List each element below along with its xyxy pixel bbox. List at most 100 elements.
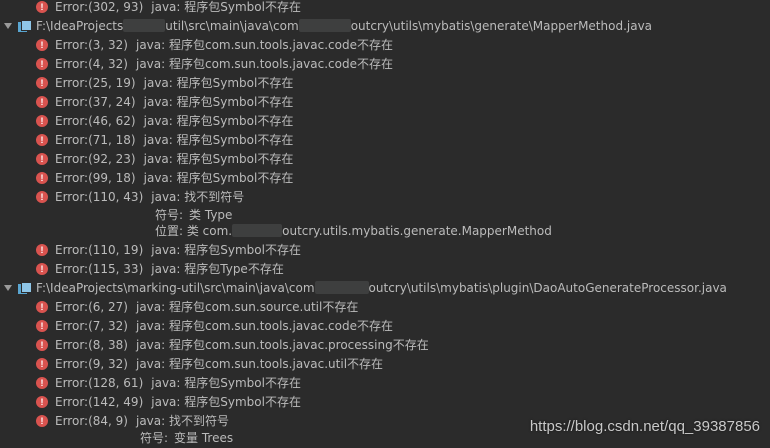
error-message: java: 找不到符号 — [151, 190, 245, 204]
error-item[interactable]: Error:(4, 32) java: 程序包com.sun.tools.java… — [36, 55, 393, 74]
error-item[interactable]: Error:(110, 19) java: 程序包Symbol不存在 — [36, 241, 301, 260]
error-item[interactable]: Error:(7, 32) java: 程序包com.sun.tools.java… — [36, 317, 393, 336]
file-path-part: F:\IdeaProjects\marking-util\src\main\ja… — [36, 281, 315, 295]
watermark: https://blog.csdn.net/qq_39387856 — [529, 418, 760, 435]
error-message: java: 程序包Symbol不存在 — [151, 0, 301, 14]
error-message: java: 程序包com.sun.tools.javac.code不存在 — [135, 319, 393, 333]
error-icon — [36, 320, 48, 332]
error-message: java: 程序包com.sun.tools.javac.code不存在 — [135, 57, 393, 71]
error-item[interactable]: Error:(9, 32) java: 程序包com.sun.tools.java… — [36, 355, 383, 374]
error-location: Error:(115, 33) — [55, 262, 144, 276]
error-icon — [36, 1, 48, 13]
error-icon — [36, 134, 48, 146]
error-message: java: 程序包com.sun.source.util不存在 — [135, 300, 359, 314]
detail-label: 符号: — [155, 208, 184, 222]
file-node-dao-auto-generate-processor[interactable]: F:\IdeaProjects\marking-util\src\main\ja… — [4, 279, 727, 298]
redaction-block — [298, 19, 351, 32]
file-path-part: outcry\utils\mybatis\generate\MapperMeth… — [350, 19, 653, 33]
error-message: java: 程序包Symbol不存在 — [143, 133, 294, 147]
error-location: Error:(37, 24) — [55, 95, 136, 109]
error-item[interactable]: Error:(142, 49) java: 程序包Symbol不存在 — [36, 393, 301, 412]
error-icon — [36, 58, 48, 70]
compiler-messages-panel: Error:(302, 93) java: 程序包Symbol不存在 F:\Ide… — [0, 0, 770, 445]
error-message: java: 程序包Symbol不存在 — [143, 171, 294, 185]
redaction-block — [232, 224, 283, 237]
error-icon — [36, 263, 48, 275]
error-message: java: 程序包com.sun.tools.javac.util不存在 — [135, 357, 384, 371]
error-message: java: 程序包Symbol不存在 — [143, 152, 294, 166]
error-location: Error:(9, 32) — [55, 357, 128, 371]
detail-value: outcry.utils.mybatis.generate.MapperMeth… — [282, 224, 552, 238]
error-item[interactable]: Error:(25, 19) java: 程序包Symbol不存在 — [36, 74, 293, 93]
error-icon — [36, 377, 48, 389]
detail-value: 类 Type — [189, 208, 233, 222]
error-location: Error:(302, 93) — [55, 0, 144, 14]
error-item[interactable]: Error:(115, 33) java: 程序包Type不存在 — [36, 260, 284, 279]
error-item[interactable]: Error:(71, 18) java: 程序包Symbol不存在 — [36, 131, 293, 150]
error-item[interactable]: Error:(128, 61) java: 程序包Symbol不存在 — [36, 374, 301, 393]
error-location: Error:(4, 32) — [55, 57, 128, 71]
error-item[interactable]: Error:(3, 32) java: 程序包com.sun.tools.java… — [36, 36, 393, 55]
error-location: Error:(92, 23) — [55, 152, 136, 166]
error-icon — [36, 153, 48, 165]
error-icon — [36, 115, 48, 127]
error-item[interactable]: Error:(8, 38) java: 程序包com.sun.tools.java… — [36, 336, 429, 355]
error-icon — [36, 96, 48, 108]
error-message: java: 程序包com.sun.tools.javac.processing不… — [135, 338, 429, 352]
error-location: Error:(7, 32) — [55, 319, 128, 333]
error-message: java: 程序包Symbol不存在 — [143, 76, 294, 90]
error-location: Error:(110, 19) — [55, 243, 144, 257]
error-location: Error:(6, 27) — [55, 300, 128, 314]
error-location: Error:(3, 32) — [55, 38, 128, 52]
error-icon — [36, 358, 48, 370]
file-node-mapper-method[interactable]: F:\IdeaProjects util\src\main\java\com out… — [4, 17, 652, 36]
file-path-part: util\src\main\java\com — [165, 19, 299, 33]
error-message: java: 程序包Symbol不存在 — [151, 376, 301, 390]
detail-label: 位置: 类 com. — [155, 224, 233, 238]
error-location: Error:(99, 18) — [55, 171, 136, 185]
redaction-block — [123, 19, 166, 32]
error-icon — [36, 339, 48, 351]
redaction-block — [314, 281, 369, 294]
detail-value: 变量 Trees — [174, 431, 234, 445]
error-message: java: 程序包com.sun.tools.javac.code不存在 — [135, 38, 393, 52]
error-item[interactable]: Error:(92, 23) java: 程序包Symbol不存在 — [36, 150, 293, 169]
java-file-icon — [18, 282, 32, 294]
error-item[interactable]: Error:(110, 43) java: 找不到符号 — [36, 188, 244, 207]
error-message: java: 程序包Symbol不存在 — [143, 95, 294, 109]
error-item[interactable]: Error:(6, 27) java: 程序包com.sun.source.uti… — [36, 298, 358, 317]
error-icon — [36, 301, 48, 313]
error-location: Error:(46, 62) — [55, 114, 136, 128]
error-item[interactable]: Error:(46, 62) java: 程序包Symbol不存在 — [36, 112, 293, 131]
chevron-down-icon[interactable] — [4, 285, 12, 291]
chevron-down-icon[interactable] — [4, 23, 12, 29]
error-location: Error:(25, 19) — [55, 76, 136, 90]
detail-label: 符号: — [140, 431, 169, 445]
error-item[interactable]: Error:(37, 24) java: 程序包Symbol不存在 — [36, 93, 293, 112]
error-icon — [36, 39, 48, 51]
error-message: java: 程序包Symbol不存在 — [151, 243, 301, 257]
file-path-part: F:\IdeaProjects — [36, 19, 124, 33]
error-location: Error:(8, 38) — [55, 338, 128, 352]
error-message: java: 程序包Symbol不存在 — [143, 114, 294, 128]
error-item[interactable]: Error:(302, 93) java: 程序包Symbol不存在 — [36, 0, 301, 17]
error-detail-symbol: 符号: 变量 Trees — [140, 429, 233, 448]
error-location: Error:(128, 61) — [55, 376, 144, 390]
error-item[interactable]: Error:(99, 18) java: 程序包Symbol不存在 — [36, 169, 293, 188]
error-location: Error:(84, 9) — [55, 414, 128, 428]
error-location: Error:(71, 18) — [55, 133, 136, 147]
error-icon — [36, 396, 48, 408]
error-location: Error:(142, 49) — [55, 395, 144, 409]
error-icon — [36, 172, 48, 184]
error-icon — [36, 77, 48, 89]
error-icon — [36, 191, 48, 203]
java-file-icon — [18, 20, 32, 32]
file-path-part: outcry\utils\mybatis\plugin\DaoAutoGener… — [368, 281, 727, 295]
error-message: java: 程序包Type不存在 — [151, 262, 284, 276]
error-icon — [36, 244, 48, 256]
error-location: Error:(110, 43) — [55, 190, 144, 204]
error-icon — [36, 415, 48, 427]
error-message: java: 程序包Symbol不存在 — [151, 395, 301, 409]
error-detail-location: 位置: 类 com. outcry.utils.mybatis.generate.… — [155, 222, 552, 241]
error-message: java: 找不到符号 — [135, 414, 229, 428]
